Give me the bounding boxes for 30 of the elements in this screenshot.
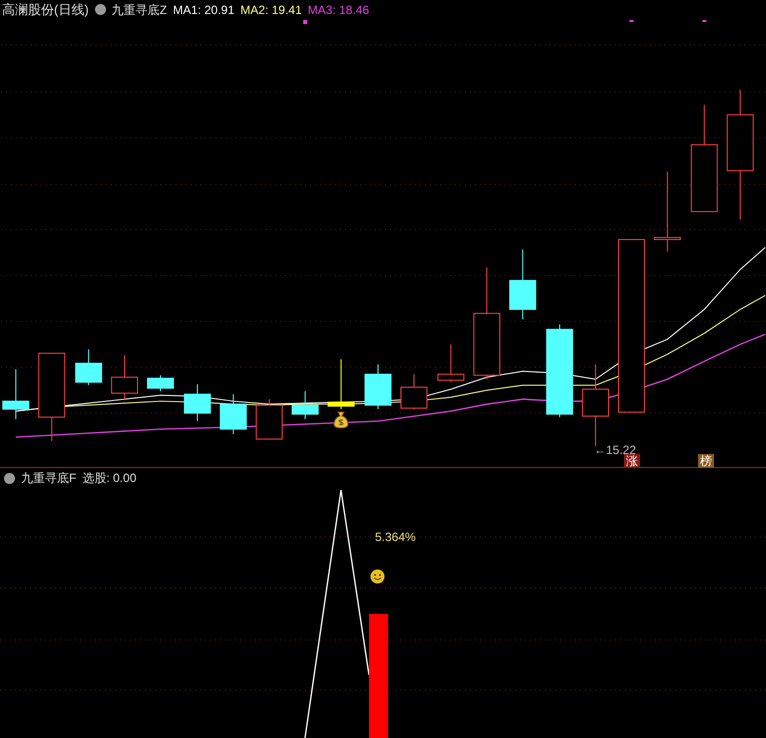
smiley-icon xyxy=(370,569,385,584)
badge: 涨 xyxy=(624,454,640,468)
ma-value: MA3: 18.46 xyxy=(308,2,370,19)
badge: 榜 xyxy=(698,454,714,468)
candlestick xyxy=(292,390,319,420)
candlestick xyxy=(111,354,138,400)
candlestick xyxy=(509,248,536,320)
signal-marker xyxy=(702,20,706,22)
candlestick xyxy=(75,348,102,386)
stock-title: 高澜股份(日线) xyxy=(2,1,89,20)
ma-value: MA2: 19.41 xyxy=(240,2,302,19)
dropdown-icon[interactable] xyxy=(4,472,15,484)
candlestick xyxy=(184,384,211,422)
candlestick xyxy=(400,374,428,410)
candlestick xyxy=(328,358,355,410)
candlestick xyxy=(364,364,392,410)
indicator-name: 九重寻底F xyxy=(21,470,76,487)
signal-marker xyxy=(303,20,308,24)
indicator-value: 选股: 0.00 xyxy=(82,470,136,487)
candlestick xyxy=(220,394,247,435)
ma-value: MA1: 20.91 xyxy=(173,2,234,19)
candlestick xyxy=(147,374,174,392)
dropdown-icon[interactable] xyxy=(94,4,106,16)
indicator-name: 九重寻底Z xyxy=(112,2,168,19)
candlestick xyxy=(256,398,283,440)
candlestick xyxy=(2,368,30,420)
signal-marker xyxy=(629,20,634,22)
candlestick xyxy=(437,344,464,383)
percent-label: 5.364% xyxy=(375,529,416,546)
money-bag-icon xyxy=(333,411,349,429)
